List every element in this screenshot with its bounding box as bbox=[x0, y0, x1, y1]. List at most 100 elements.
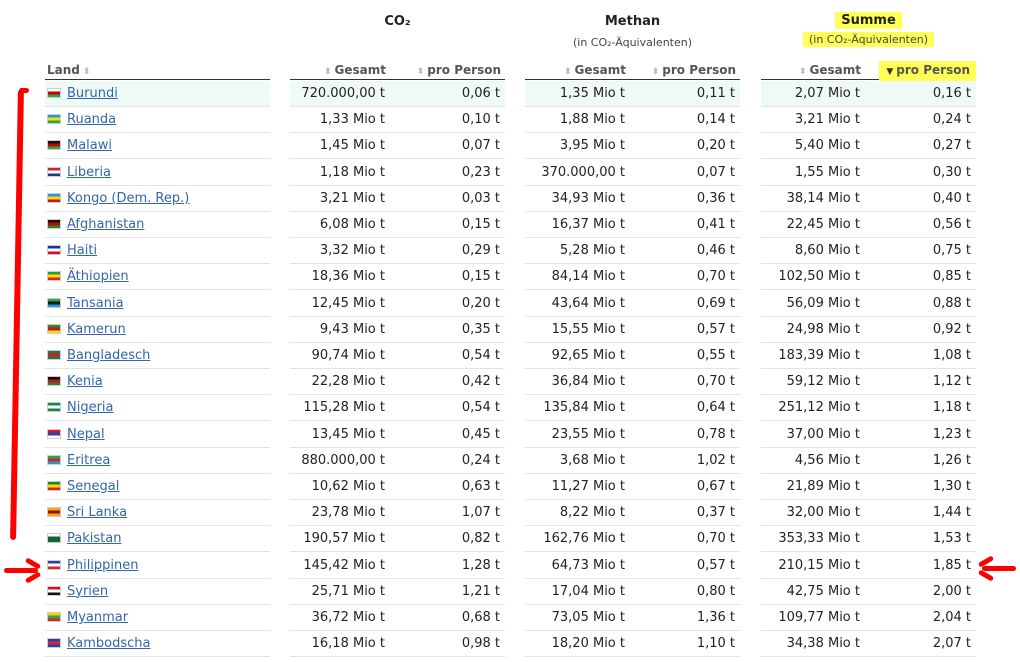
cell-land: Pakistan bbox=[45, 526, 270, 553]
country-link[interactable]: Nigeria bbox=[67, 400, 114, 415]
cell-summe-pro-person: 0,16 t bbox=[865, 81, 976, 107]
cell-methan-pro-person: 0,11 t bbox=[630, 81, 740, 107]
flag-icon bbox=[47, 507, 61, 518]
country-link[interactable]: Tansania bbox=[67, 296, 124, 311]
table-row: Kenia 22,28 Mio t 0,42 t 36,84 Mio t 0,70 t 5… bbox=[0, 369, 1020, 396]
column-header-summe-pro-person[interactable]: ▼ pro Person bbox=[865, 60, 976, 81]
cell-land: Myanmar bbox=[45, 605, 270, 631]
cell-land: Malawi bbox=[45, 133, 270, 160]
flag-icon bbox=[47, 454, 61, 465]
cell-co2-gesamt: 880.000,00 t bbox=[290, 448, 390, 474]
cell-co2-gesamt: 16,18 Mio t bbox=[290, 631, 390, 658]
table-row: Bangladesch 90,74 Mio t 0,54 t 92,65 Mio t0… bbox=[0, 343, 1020, 369]
country-link[interactable]: Malawi bbox=[67, 138, 112, 153]
country-link[interactable]: Burundi bbox=[67, 86, 118, 101]
cell-methan-pro-person: 0,20 t bbox=[630, 133, 740, 160]
cell-summe-pro-person: 1,53 t bbox=[865, 526, 976, 553]
country-link[interactable]: Äthiopien bbox=[67, 269, 129, 284]
cell-summe-pro-person: 1,12 t bbox=[865, 369, 976, 396]
column-header-label: Gesamt bbox=[809, 63, 861, 77]
column-header-methan-gesamt[interactable]: ⬍ Gesamt bbox=[525, 60, 630, 80]
table-row: Tansania 12,45 Mio t 0,20 t 43,64 Mio t 0,69… bbox=[0, 291, 1020, 317]
cell-land: Philippinen bbox=[45, 553, 270, 579]
group-header-methan: Methan (in CO₂-Äquivalenten) bbox=[525, 14, 740, 49]
cell-summe-pro-person: 0,92 t bbox=[865, 317, 976, 343]
table-row: Liberia 1,18 Mio t 0,23 t 370.000,00 t 0,07 … bbox=[0, 160, 1020, 186]
table-row: Afghanistan 6,08 Mio t 0,15 t 16,37 Mio t 0,… bbox=[0, 212, 1020, 238]
cell-co2-gesamt: 3,32 Mio t bbox=[290, 238, 390, 265]
column-header-methan-pro-person[interactable]: ⬍ pro Person bbox=[630, 60, 740, 80]
cell-co2-gesamt: 115,28 Mio t bbox=[290, 395, 390, 422]
cell-methan-pro-person: 0,64 t bbox=[630, 395, 740, 422]
cell-co2-pro-person: 0,45 t bbox=[390, 422, 505, 448]
cell-methan-gesamt: 5,28 Mio t bbox=[525, 238, 630, 265]
country-link[interactable]: Haiti bbox=[67, 243, 97, 258]
cell-land: Syrien bbox=[45, 579, 270, 605]
country-link[interactable]: Philippinen bbox=[67, 558, 139, 573]
country-link[interactable]: Kongo (Dem. Rep.) bbox=[67, 191, 189, 206]
country-link[interactable]: Eritrea bbox=[67, 453, 110, 468]
cell-methan-pro-person: 0,41 t bbox=[630, 212, 740, 238]
annotation-line bbox=[19, 88, 29, 93]
cell-co2-pro-person: 0,82 t bbox=[390, 526, 505, 553]
group-subtitle-summe: (in CO₂-Äquivalenten) bbox=[802, 32, 935, 47]
cell-summe-gesamt: 5,40 Mio t bbox=[761, 133, 865, 160]
column-header-land[interactable]: Land ⬍ bbox=[45, 60, 270, 80]
flag-icon bbox=[47, 428, 61, 439]
table-row: Malawi 1,45 Mio t 0,07 t 3,95 Mio t 0,20 t 5,… bbox=[0, 133, 1020, 160]
cell-co2-pro-person: 0,68 t bbox=[390, 605, 505, 631]
country-link[interactable]: Kenia bbox=[67, 374, 103, 389]
cell-summe-gesamt: 102,50 Mio t bbox=[761, 264, 865, 291]
country-link[interactable]: Senegal bbox=[67, 479, 119, 494]
country-link[interactable]: Kambodscha bbox=[67, 636, 151, 651]
cell-methan-pro-person: 0,70 t bbox=[630, 369, 740, 396]
sort-icon: ⬍ bbox=[651, 67, 660, 77]
country-link[interactable]: Nepal bbox=[67, 427, 105, 442]
cell-methan-gesamt: 23,55 Mio t bbox=[525, 422, 630, 448]
group-title-summe: Summe bbox=[835, 12, 902, 29]
cell-land: Ruanda bbox=[45, 107, 270, 134]
cell-summe-pro-person: 2,04 t bbox=[865, 605, 976, 631]
cell-land: Haiti bbox=[45, 238, 270, 265]
flag-icon bbox=[47, 323, 61, 334]
cell-summe-gesamt: 22,45 Mio t bbox=[761, 212, 865, 238]
column-header-summe-gesamt[interactable]: ⬍ Gesamt bbox=[761, 60, 865, 80]
cell-methan-gesamt: 34,93 Mio t bbox=[525, 186, 630, 212]
table-row: Eritrea 880.000,00 t 0,24 t 3,68 Mio t 1,02 … bbox=[0, 448, 1020, 474]
cell-co2-gesamt: 1,18 Mio t bbox=[290, 160, 390, 186]
cell-summe-gesamt: 1,55 Mio t bbox=[761, 160, 865, 186]
column-header-co2-pro-person[interactable]: ⬍ pro Person bbox=[390, 60, 505, 80]
cell-methan-gesamt: 3,95 Mio t bbox=[525, 133, 630, 160]
flag-icon bbox=[47, 585, 61, 596]
country-link[interactable]: Liberia bbox=[67, 165, 111, 180]
cell-land: Sri Lanka bbox=[45, 500, 270, 527]
cell-summe-pro-person: 0,24 t bbox=[865, 107, 976, 134]
flag-icon bbox=[47, 376, 61, 387]
cell-co2-pro-person: 0,23 t bbox=[390, 160, 505, 186]
country-link[interactable]: Kamerun bbox=[67, 322, 126, 337]
country-link[interactable]: Pakistan bbox=[67, 531, 121, 546]
annotation-line bbox=[4, 568, 38, 573]
country-link[interactable]: Syrien bbox=[67, 584, 108, 599]
country-link[interactable]: Afghanistan bbox=[67, 217, 144, 232]
cell-co2-gesamt: 18,36 Mio t bbox=[290, 264, 390, 291]
country-link[interactable]: Ruanda bbox=[67, 112, 116, 127]
table-row: Pakistan 190,57 Mio t 0,82 t 162,76 Mio t 0,… bbox=[0, 526, 1020, 553]
table-row: Äthiopien 18,36 Mio t 0,15 t 84,14 Mio t 0,7… bbox=[0, 264, 1020, 291]
cell-summe-gesamt: 8,60 Mio t bbox=[761, 238, 865, 265]
cell-co2-pro-person: 0,29 t bbox=[390, 238, 505, 265]
country-link[interactable]: Myanmar bbox=[67, 610, 128, 625]
country-link[interactable]: Sri Lanka bbox=[67, 505, 127, 520]
country-link[interactable]: Bangladesch bbox=[67, 348, 150, 363]
cell-methan-pro-person: 0,70 t bbox=[630, 264, 740, 291]
flag-icon bbox=[47, 271, 61, 282]
cell-summe-pro-person: 1,26 t bbox=[865, 448, 976, 474]
cell-summe-gesamt: 109,77 Mio t bbox=[761, 605, 865, 631]
cell-co2-pro-person: 1,07 t bbox=[390, 500, 505, 527]
cell-co2-pro-person: 0,63 t bbox=[390, 474, 505, 500]
column-header-co2-gesamt[interactable]: ⬍ Gesamt bbox=[290, 60, 390, 80]
cell-methan-gesamt: 73,05 Mio t bbox=[525, 605, 630, 631]
table-row: Nigeria 115,28 Mio t 0,54 t 135,84 Mio t 0,6… bbox=[0, 395, 1020, 422]
table-row: Sri Lanka 23,78 Mio t 1,07 t 8,22 Mio t 0,37… bbox=[0, 500, 1020, 527]
cell-methan-gesamt: 64,73 Mio t bbox=[525, 553, 630, 579]
